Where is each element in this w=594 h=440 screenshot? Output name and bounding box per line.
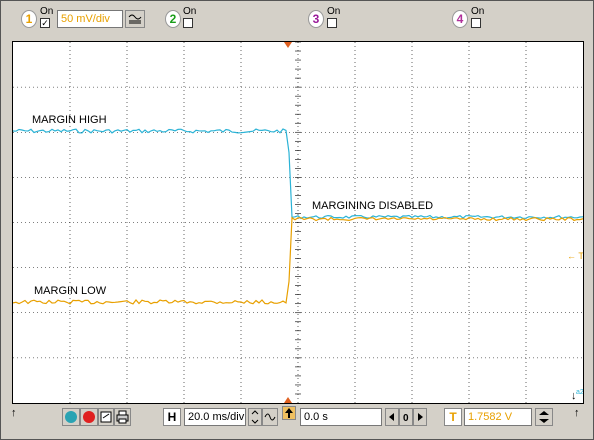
trigger-level-stepper[interactable]	[535, 408, 553, 426]
coupling-icon	[128, 14, 142, 24]
channel-2-on-checkbox[interactable]	[183, 18, 193, 28]
sine-wave-icon	[264, 413, 276, 421]
svg-text:0: 0	[403, 413, 409, 424]
save-icon	[100, 411, 112, 423]
waveform-display: MARGIN HIGH MARGINING DISABLED MARGIN LO…	[12, 41, 584, 404]
circle-red-icon	[83, 411, 95, 423]
zero-icon: 0	[403, 413, 409, 424]
channel-2-on-label: On	[183, 6, 197, 17]
stop-button[interactable]	[80, 408, 98, 426]
horizontal-button[interactable]: H	[163, 408, 181, 426]
spinner-arrows-icon	[539, 411, 549, 423]
trigger-level-field[interactable]: 1.7582 V	[464, 408, 532, 426]
print-button[interactable]	[114, 408, 131, 426]
channel-4-number[interactable]: 4	[452, 10, 468, 28]
timebase-field[interactable]: 20.0 ms/div	[184, 408, 246, 426]
channel-2-number[interactable]: 2	[165, 10, 181, 28]
triangle-left-icon	[389, 413, 394, 421]
margin-high-annotation: MARGIN HIGH	[32, 114, 107, 126]
run-button[interactable]	[62, 408, 80, 426]
triangle-right-icon	[418, 413, 423, 421]
scroll-up-right-icon[interactable]: ↑	[574, 407, 580, 419]
channel-1-number[interactable]: 1	[21, 10, 37, 28]
printer-icon	[116, 410, 129, 424]
waveform-mode-button[interactable]	[262, 408, 278, 426]
position-zero-button[interactable]: 0	[399, 408, 413, 426]
channel-1-on-label: On	[40, 6, 54, 17]
graticule	[13, 42, 583, 403]
channel-3-on-checkbox[interactable]	[327, 18, 337, 28]
reference-marker-label: a2	[576, 389, 583, 396]
arrow-up-icon	[285, 408, 293, 418]
channel-3-on-label: On	[327, 6, 341, 17]
margining-disabled-annotation: MARGINING DISABLED	[312, 200, 433, 212]
waveform-canvas: MARGIN HIGH MARGINING DISABLED MARGIN LO…	[13, 42, 583, 403]
position-left-button[interactable]	[385, 408, 399, 426]
trigger-position-bottom-marker[interactable]	[284, 397, 292, 403]
channel-4-on-label: On	[471, 6, 485, 17]
position-field[interactable]: 0.0 s	[300, 408, 382, 426]
channel-4-on-checkbox[interactable]	[471, 18, 481, 28]
channel-1-on-checkbox[interactable]: ✓	[40, 18, 50, 28]
channel-1-scale-field[interactable]: 50 mV/div	[57, 10, 123, 28]
trigger-position-top-marker[interactable]	[284, 42, 292, 48]
trigger-level-marker[interactable]: ← T	[567, 251, 583, 261]
channel-3-number[interactable]: 3	[308, 10, 324, 28]
save-waveform-button[interactable]	[98, 408, 114, 426]
up-down-icon	[251, 410, 259, 424]
position-marker-button[interactable]	[282, 406, 296, 420]
position-right-button[interactable]	[413, 408, 427, 426]
trigger-button[interactable]: T	[444, 408, 462, 426]
scroll-up-left-icon[interactable]: ↑	[11, 407, 17, 419]
margin-low-annotation: MARGIN LOW	[34, 285, 107, 297]
circle-teal-icon	[65, 411, 77, 423]
timebase-stepper[interactable]	[248, 408, 262, 426]
scope-window: 1 On ✓ 50 mV/div 2 On 3 On 4 On MARGIN H…	[0, 0, 594, 440]
channel-1-coupling-button[interactable]	[125, 10, 145, 28]
